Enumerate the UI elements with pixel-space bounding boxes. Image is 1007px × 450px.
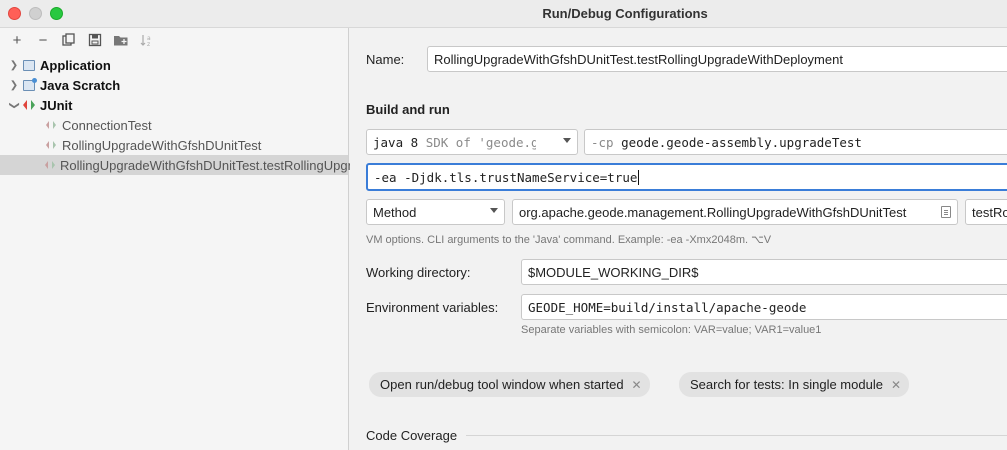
junit-test-icon [44, 138, 58, 152]
working-directory-label: Working directory: [366, 265, 471, 280]
name-label: Name: [366, 52, 405, 67]
save-configuration-button[interactable] [84, 30, 106, 50]
name-value: RollingUpgradeWithGfshDUnitTest.testRoll… [434, 51, 843, 67]
environment-variables-input[interactable]: GEODE_HOME=build/install/apache-geode [521, 294, 1007, 320]
new-folder-button[interactable] [110, 30, 132, 50]
environment-variables-value: GEODE_HOME=build/install/apache-geode [528, 299, 807, 315]
browse-class-icon[interactable] [941, 206, 951, 218]
close-icon[interactable]: ✕ [632, 378, 642, 392]
title-bar: Run/Debug Configurations [0, 0, 1007, 28]
test-class-value: org.apache.geode.management.RollingUpgra… [519, 204, 907, 220]
tree-item-rolling-upgrade-method[interactable]: RollingUpgradeWithGfshDUnitTest.testRoll… [0, 155, 469, 175]
environment-variables-label: Environment variables: [366, 300, 499, 315]
tree-item-label: ConnectionTest [62, 117, 152, 133]
cp-value: geode.geode-assembly.upgradeTest [621, 134, 862, 150]
vm-options-value: -ea -Djdk.tls.trustNameService=true [374, 169, 638, 185]
chip-label: Open run/debug tool window when started [380, 377, 624, 392]
chevron-down-icon[interactable]: ❯ [9, 97, 20, 113]
sidebar-toolbar: + − az [0, 28, 348, 52]
copy-icon [62, 33, 75, 46]
tree-item-label: RollingUpgradeWithGfshDUnitTest [62, 137, 262, 153]
junit-test-icon [44, 118, 58, 132]
configurations-sidebar: + − az ❯ Application ❯ Java Scratch ❯ JU… [0, 28, 469, 450]
tree-item-rolling-upgrade-class[interactable]: RollingUpgradeWithGfshDUnitTest [0, 135, 348, 155]
code-coverage-heading[interactable]: Code Coverage [366, 428, 457, 443]
build-and-run-heading: Build and run [366, 102, 450, 117]
tree-item-label: JUnit [40, 97, 73, 113]
test-class-input[interactable]: org.apache.geode.management.RollingUpgra… [512, 199, 958, 225]
junit-icon [22, 98, 36, 112]
tree-item-java-scratch[interactable]: ❯ Java Scratch [0, 75, 348, 95]
sort-icon: az [140, 35, 151, 47]
working-directory-input[interactable]: $MODULE_WORKING_DIR$ [521, 259, 1007, 285]
configuration-editor: Name: RollingUpgradeWithGfshDUnitTest.te… [350, 28, 1007, 450]
jdk-value: java 8 [373, 134, 419, 150]
vm-options-hint: VM options. CLI arguments to the 'Java' … [366, 234, 772, 246]
test-kind-select[interactable]: Method [366, 199, 505, 225]
open-tool-window-chip[interactable]: Open run/debug tool window when started … [369, 372, 650, 397]
close-icon[interactable]: ✕ [891, 378, 901, 392]
remove-configuration-button[interactable]: − [32, 30, 54, 50]
configuration-tree: ❯ Application ❯ Java Scratch ❯ JUnit Con… [0, 55, 469, 175]
text-cursor [638, 169, 640, 185]
jdk-hint: SDK of 'geode.geode-assembly.upgradeTest… [425, 134, 536, 150]
folder-icon [114, 36, 128, 46]
environment-variables-hint: Separate variables with semicolon: VAR=v… [521, 324, 822, 336]
chevron-right-icon[interactable]: ❯ [6, 60, 22, 71]
working-directory-value: $MODULE_WORKING_DIR$ [528, 264, 699, 280]
svg-text:z: z [147, 41, 150, 47]
tree-item-label: Application [40, 57, 111, 73]
junit-test-icon [44, 158, 56, 172]
application-icon [22, 58, 36, 72]
jdk-select[interactable]: java 8 SDK of 'geode.geode-assembly.upgr… [366, 129, 578, 155]
tree-item-connection-test[interactable]: ConnectionTest [0, 115, 348, 135]
chevron-right-icon[interactable]: ❯ [6, 80, 22, 91]
search-for-tests-chip[interactable]: Search for tests: In single module ✕ [679, 372, 909, 397]
save-icon [88, 33, 102, 47]
cp-flag: -cp [591, 134, 614, 150]
section-divider [466, 435, 1007, 436]
chevron-down-icon [490, 208, 498, 213]
sort-button[interactable]: az [136, 30, 158, 50]
classpath-input[interactable]: -cp geode.geode-assembly.upgradeTest [584, 129, 1007, 155]
test-method-input[interactable]: testRollingUpgradeWithDeployment [965, 199, 1007, 225]
tree-item-application[interactable]: ❯ Application [0, 55, 348, 75]
name-input[interactable]: RollingUpgradeWithGfshDUnitTest.testRoll… [427, 46, 1007, 72]
chip-label: Search for tests: In single module [690, 377, 883, 392]
java-scratch-icon [22, 77, 37, 92]
vm-options-input[interactable]: -ea -Djdk.tls.trustNameService=true [366, 163, 1007, 191]
tree-item-label: Java Scratch [40, 77, 121, 93]
chevron-down-icon [563, 138, 571, 143]
window-title: Run/Debug Configurations [542, 6, 708, 21]
tree-item-junit[interactable]: ❯ JUnit [0, 95, 348, 115]
test-method-value: testRollingUpgradeWithDeployment [972, 204, 1007, 220]
add-configuration-button[interactable]: + [6, 30, 28, 50]
test-kind-value: Method [373, 204, 417, 220]
copy-configuration-button[interactable] [58, 30, 80, 50]
